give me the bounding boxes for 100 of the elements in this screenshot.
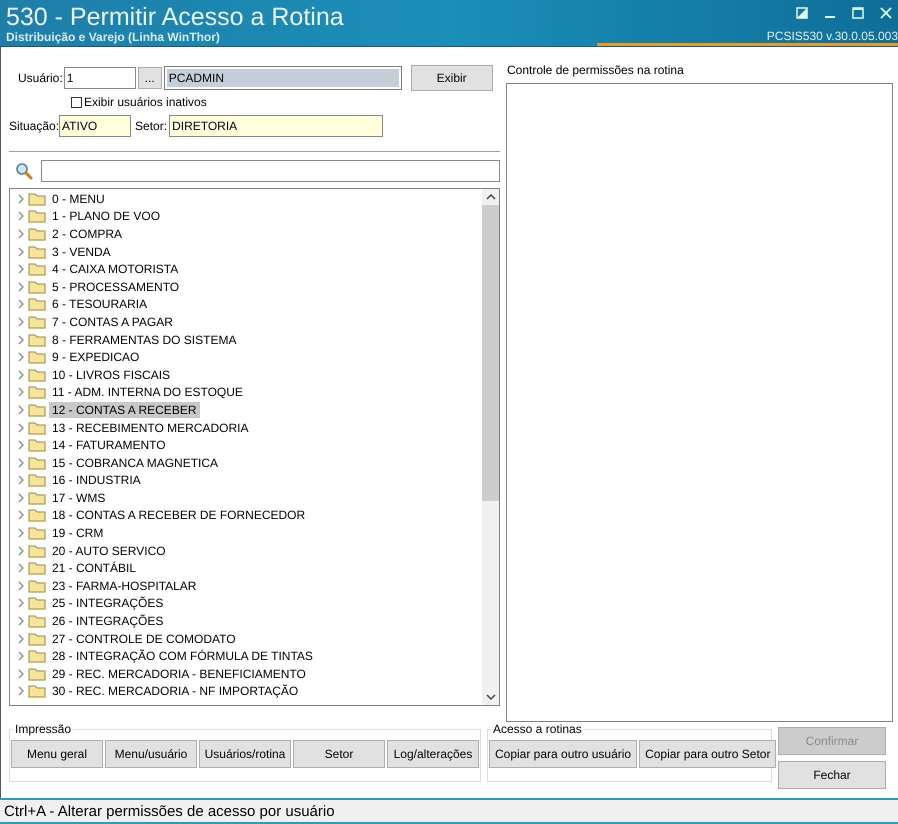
tree-item[interactable]: 6 - TESOURARIA: [49, 296, 150, 312]
tree-item[interactable]: 3 - VENDA: [49, 244, 114, 260]
expand-icon[interactable]: [17, 686, 25, 696]
expand-icon[interactable]: [17, 228, 25, 239]
folder-icon: [28, 490, 46, 505]
expand-icon[interactable]: [17, 563, 25, 574]
tree-item[interactable]: 29 - REC. MERCADORIA - BENEFICIAMENTO: [49, 666, 309, 682]
tree-item[interactable]: 26 - INTEGRAÇÕES: [49, 613, 166, 630]
expand-icon[interactable]: [17, 651, 25, 662]
folder-icon: [28, 526, 46, 540]
folder-icon: [28, 684, 46, 698]
close-icon[interactable]: [880, 7, 892, 19]
expand-icon[interactable]: [17, 282, 25, 292]
expand-icon[interactable]: [17, 616, 25, 626]
folder-icon: [28, 561, 46, 576]
tree-item[interactable]: 2 - COMPRA: [49, 226, 126, 242]
folder-icon: [28, 297, 46, 312]
expand-icon[interactable]: [17, 668, 25, 679]
expand-icon[interactable]: [17, 422, 25, 433]
scroll-up-icon[interactable]: [486, 193, 496, 201]
copy-button[interactable]: Copiar para outro Setor: [639, 740, 776, 768]
expand-icon[interactable]: [17, 370, 25, 380]
user-label: Usuário:: [18, 71, 63, 85]
expand-icon[interactable]: [17, 440, 25, 450]
folder-icon: [28, 262, 46, 276]
tree-item[interactable]: 1 - PLANO DE VOO: [49, 208, 164, 224]
tree-item[interactable]: 5 - PROCESSAMENTO: [49, 278, 182, 295]
expand-icon[interactable]: [17, 264, 25, 274]
folder-icon: [28, 544, 46, 558]
expand-icon[interactable]: [17, 580, 25, 591]
tree-item[interactable]: 4 - CAIXA MOTORISTA: [49, 261, 182, 278]
tree-item[interactable]: 27 - CONTROLE DE COMODATO: [49, 630, 239, 647]
expand-icon[interactable]: [17, 194, 25, 204]
expand-icon[interactable]: [17, 352, 25, 362]
action-button[interactable]: Fechar: [778, 761, 886, 789]
maximize-icon[interactable]: [852, 7, 864, 19]
expand-icon[interactable]: [17, 404, 25, 415]
tree-item[interactable]: 14 - FATURAMENTO: [49, 437, 169, 454]
tree-item[interactable]: 16 - INDUSTRIA: [49, 472, 144, 488]
tree-item[interactable]: 18 - CONTAS A RECEBER DE FORNECEDOR: [49, 507, 308, 524]
user-code-field[interactable]: 1: [64, 67, 136, 89]
expand-icon[interactable]: [17, 634, 25, 644]
show-button[interactable]: Exibir: [410, 65, 493, 91]
folder-icon: [28, 596, 46, 610]
print-button[interactable]: Log/alterações: [387, 740, 479, 768]
tree-item[interactable]: 10 - LIVROS FISCAIS: [49, 366, 174, 383]
tree-item[interactable]: 17 - WMS: [49, 490, 108, 506]
sector-field[interactable]: DIRETORIA: [169, 115, 384, 137]
search-icon: [15, 162, 33, 180]
tree-item[interactable]: 19 - CRM: [49, 525, 106, 542]
expand-icon[interactable]: [17, 598, 25, 608]
tree-item[interactable]: 23 - FARMA-HOSPITALAR: [49, 578, 200, 594]
tree-item[interactable]: 20 - AUTO SERVICO: [49, 542, 169, 559]
folder-icon: [28, 350, 46, 364]
tree-item[interactable]: 15 - COBRANCA MAGNETICA: [49, 454, 222, 471]
tree-item[interactable]: 30 - REC. MERCADORIA - NF IMPORTAÇÃO: [49, 683, 302, 700]
permissions-title: Controle de permissões na rotina: [507, 63, 685, 77]
print-button[interactable]: Usuários/rotina: [199, 740, 291, 768]
checkbox[interactable]: [71, 96, 82, 108]
group-title: Acesso a rotinas: [492, 722, 583, 736]
tree-item[interactable]: 0 - MENU: [49, 190, 108, 207]
expand-icon[interactable]: [17, 387, 25, 398]
tree-item[interactable]: 28 - INTEGRAÇÃO COM FÓRMULA DE TINTAS: [49, 648, 316, 664]
tree-item[interactable]: 7 - CONTAS A PAGAR: [49, 314, 176, 330]
scroll-thumb[interactable]: [482, 205, 499, 501]
folder-icon: [28, 508, 46, 522]
expand-icon[interactable]: [17, 528, 25, 538]
tree-item[interactable]: 13 - RECEBIMENTO MERCADORIA: [49, 420, 252, 436]
expand-icon[interactable]: [17, 211, 25, 222]
user-name-field[interactable]: PCADMIN: [164, 66, 402, 90]
window-title: 530 - Permitir Acesso a Rotina: [6, 3, 344, 31]
tree-item[interactable]: 25 - INTEGRAÇÕES: [49, 595, 166, 612]
expand-icon[interactable]: [17, 475, 25, 486]
lookup-button[interactable]: ...: [138, 67, 162, 89]
tree-item[interactable]: 21 - CONTÁBIL: [49, 560, 140, 576]
copy-button[interactable]: Copiar para outro usuário: [489, 740, 638, 768]
folder-icon: [28, 649, 46, 664]
tree-item[interactable]: 12 - CONTAS A RECEBER: [49, 402, 200, 418]
scroll-down-icon[interactable]: [486, 693, 496, 701]
tree-item[interactable]: 11 - ADM. INTERNA DO ESTOQUE: [49, 384, 246, 400]
expand-icon[interactable]: [17, 492, 25, 503]
tree-item[interactable]: 9 - EXPEDICAO: [49, 349, 142, 366]
expand-icon[interactable]: [17, 316, 25, 327]
tree-item[interactable]: 8 - FERRAMENTAS DO SISTEMA: [49, 332, 240, 348]
print-button[interactable]: Menu geral: [11, 740, 103, 768]
search-field[interactable]: [41, 160, 500, 182]
scrollbar[interactable]: [482, 189, 499, 705]
folder-icon: [28, 226, 46, 241]
expand-icon[interactable]: [17, 458, 25, 468]
print-button[interactable]: Setor: [293, 740, 385, 768]
expand-icon[interactable]: [17, 299, 25, 310]
restore-icon[interactable]: [796, 7, 808, 19]
folder-icon: [28, 578, 46, 593]
print-button[interactable]: Menu/usuário: [105, 740, 197, 768]
status-field[interactable]: ATIVO: [59, 115, 132, 137]
expand-icon[interactable]: [17, 246, 25, 257]
expand-icon[interactable]: [17, 546, 25, 556]
expand-icon[interactable]: [17, 510, 25, 520]
folder-icon: [28, 385, 46, 400]
expand-icon[interactable]: [17, 334, 25, 345]
